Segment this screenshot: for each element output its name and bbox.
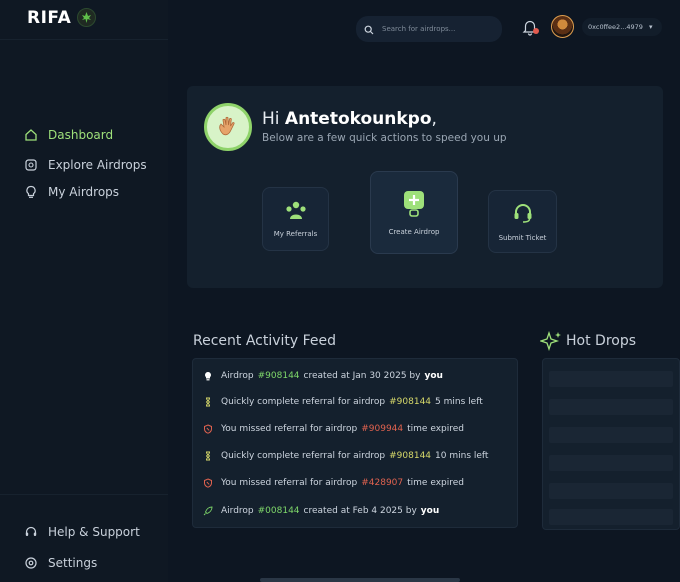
skeleton-row [549, 427, 673, 443]
quick-action-label: Submit Ticket [498, 233, 547, 242]
quick-action-label: Create Airdrop [388, 227, 440, 236]
airdrop-id[interactable]: #908144 [389, 451, 431, 461]
waving-hand-icon [204, 103, 252, 151]
feed-text: time expired [407, 478, 465, 488]
feed-item[interactable]: Airdrop #908144 created at Jan 30 2025 b… [193, 365, 519, 387]
quick-action-label: My Referrals [273, 230, 318, 238]
sidebar-item-label: My Airdrops [48, 185, 120, 199]
feed-item[interactable]: You missed referral for airdrop #909944 … [193, 418, 519, 440]
feed-item[interactable]: Quickly complete referral for airdrop #9… [193, 445, 519, 467]
sidebar-divider [0, 494, 168, 495]
greeting-prefix: Hi [262, 109, 285, 129]
sidebar-item-label: Settings [48, 556, 98, 570]
logo[interactable]: RIFA [27, 8, 71, 28]
feed-item[interactable]: Airdrop #008144 created at Feb 4 2025 by… [193, 500, 519, 522]
sidebar-item-label: Explore Airdrops [48, 158, 147, 172]
shield-icon [203, 424, 213, 434]
chevron-down-icon: ▾ [648, 23, 653, 31]
timer-icon [203, 451, 213, 461]
sidebar-item-explore-airdrops[interactable]: Explore Airdrops [24, 156, 147, 174]
skeleton-row [549, 371, 673, 387]
search-icon [364, 20, 374, 39]
headset-icon [24, 525, 38, 539]
bulb-icon [24, 185, 38, 199]
sidebar-item-my-airdrops[interactable]: My Airdrops [24, 183, 119, 201]
wallet-dropdown[interactable]: 0xc0ffee2...4979 ▾ [582, 18, 662, 36]
feed-text: created at Jan 30 2025 by [303, 371, 421, 381]
feed-text: 10 mins left [435, 451, 489, 461]
greeting-subtitle: Below are a few quick actions to speed y… [262, 132, 507, 144]
feed-item[interactable]: Quickly complete referral for airdrop #9… [193, 391, 519, 413]
airdrop-id[interactable]: #908144 [258, 371, 300, 381]
greeting: Hi Antetokounkpo, [262, 109, 437, 129]
notification-badge [533, 28, 539, 34]
skeleton-row [549, 483, 673, 499]
home-icon [24, 128, 38, 142]
scroll-indicator [260, 578, 460, 582]
skeleton-row [549, 399, 673, 415]
submit-ticket-button[interactable]: Submit Ticket [488, 190, 557, 253]
feed-title: Recent Activity Feed [193, 333, 337, 349]
sidebar-item-label: Help & Support [48, 525, 140, 539]
search-bar[interactable] [356, 16, 502, 42]
feed-text: Airdrop [221, 371, 254, 381]
activity-feed: Airdrop #908144 created at Jan 30 2025 b… [192, 358, 518, 528]
feed-text: Airdrop [221, 506, 254, 516]
feed-text: 5 mins left [435, 397, 483, 407]
skeleton-row [549, 455, 673, 471]
sidebar-item-label: Dashboard [48, 128, 114, 142]
leaf-badge-icon [77, 8, 96, 27]
avatar[interactable] [551, 15, 574, 38]
support-ticket-icon [512, 202, 534, 226]
search-input[interactable] [382, 25, 492, 33]
feed-text: You missed referral for airdrop [221, 478, 358, 488]
shield-icon [203, 478, 213, 488]
rocket-icon [203, 506, 213, 516]
feed-text: Quickly complete referral for airdrop [221, 451, 386, 461]
sidebar: RIFA Dashboard Explore Airdrops My Airdr… [0, 0, 168, 582]
my-referrals-button[interactable]: My Referrals [262, 187, 329, 251]
wallet-address: 0xc0ffee2...4979 [588, 23, 643, 31]
feed-actor: you [424, 371, 443, 381]
sidebar-item-settings[interactable]: Settings [24, 554, 97, 572]
airdrop-id[interactable]: #909944 [361, 424, 403, 434]
timer-icon [203, 397, 213, 407]
sparkle-icon [538, 330, 562, 355]
feed-text: You missed referral for airdrop [221, 424, 358, 434]
airdrop-id[interactable]: #428907 [361, 478, 403, 488]
gear-icon [24, 556, 38, 570]
airdrop-id[interactable]: #008144 [258, 506, 300, 516]
greeting-suffix: , [431, 109, 437, 129]
airdrop-id[interactable]: #908144 [389, 397, 431, 407]
bulb-icon [203, 371, 213, 381]
create-airdrop-icon [403, 190, 425, 220]
logo-row: RIFA [0, 0, 168, 40]
sidebar-item-dashboard[interactable]: Dashboard [24, 126, 113, 144]
feed-text: Quickly complete referral for airdrop [221, 397, 386, 407]
explore-icon [24, 158, 38, 172]
referrals-icon [284, 200, 308, 222]
feed-actor: you [420, 506, 440, 516]
feed-text: created at Feb 4 2025 by [303, 506, 417, 516]
create-airdrop-button[interactable]: Create Airdrop [370, 171, 458, 254]
user-name: Antetokounkpo [284, 109, 432, 129]
hot-drops-panel [542, 358, 680, 530]
hot-drops-title: Hot Drops [566, 333, 637, 349]
skeleton-row [549, 509, 673, 525]
sidebar-item-help-support[interactable]: Help & Support [24, 523, 140, 541]
feed-text: time expired [407, 424, 465, 434]
feed-item[interactable]: You missed referral for airdrop #428907 … [193, 472, 519, 494]
